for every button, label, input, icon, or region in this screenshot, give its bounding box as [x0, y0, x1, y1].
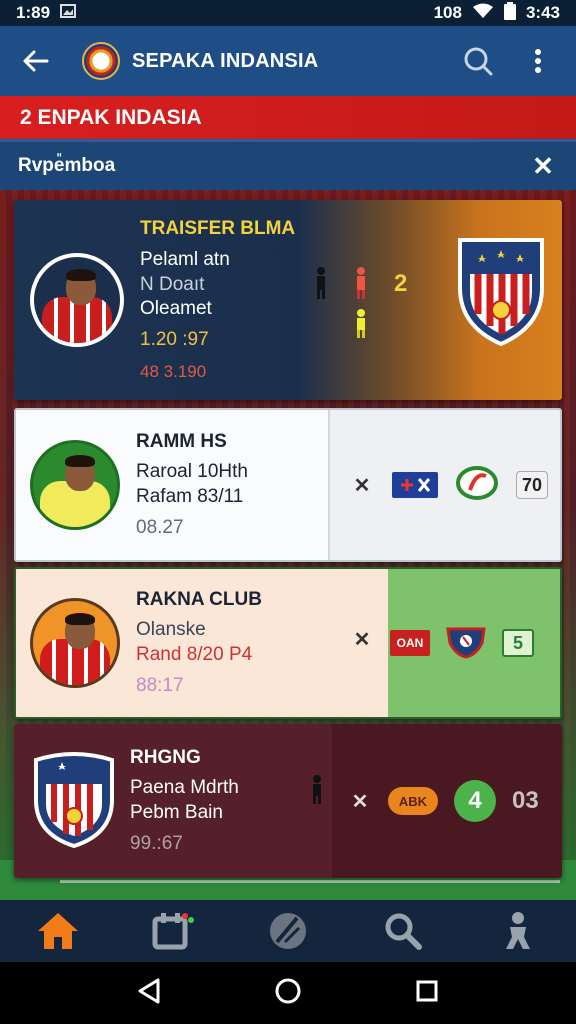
- vs-icon: ✕: [353, 474, 371, 497]
- team-flag-icon: [392, 472, 438, 498]
- calendar-icon: [152, 913, 194, 950]
- player-figure-icon: [310, 774, 324, 809]
- system-navigation: [0, 962, 576, 1024]
- score-badge: 70: [516, 471, 548, 499]
- card-line: Pebm Bain: [130, 802, 223, 823]
- card-line: Pelaml atn: [140, 248, 230, 270]
- ball-icon: [269, 913, 306, 949]
- card-player-section: RAKNA CLUB Olanske Rand 8/20 P4 88:17 ✕: [16, 569, 388, 717]
- status-bar: 1:89 108 3:43: [0, 0, 576, 26]
- card-match-section: 2: [304, 200, 562, 400]
- bottom-navigation: [0, 900, 576, 962]
- card-line: N Doaıt: [140, 273, 205, 295]
- nav-search[interactable]: [373, 903, 433, 959]
- card-player-section: RAMM HS Raroal 10Hth Rafam 83/11 08.27: [16, 410, 330, 560]
- card-match-section: OAN 5: [388, 569, 560, 717]
- card-info: RAKNA CLUB Olanske Rand 8/20 P4 88:17: [136, 588, 262, 699]
- card-time: 08.27: [136, 516, 184, 538]
- card-time: 1.20 :97: [140, 328, 209, 350]
- nav-home[interactable]: [28, 903, 88, 959]
- more-vert-icon[interactable]: [518, 41, 558, 81]
- card-club-section: RHGNG Paena Mdrth Pebm Bain 99.:67: [14, 724, 332, 878]
- back-arrow-icon[interactable]: [18, 43, 54, 79]
- club-crest-icon: [446, 623, 486, 664]
- card-line: Paena Mdrth: [130, 777, 239, 799]
- score-badge: 03: [512, 787, 539, 814]
- card-title: RHGNG: [130, 746, 201, 768]
- close-icon[interactable]: ✕: [528, 151, 558, 182]
- card-title: RAMM HS: [136, 430, 227, 452]
- card-info: RAMM HS Raroal 10Hth Rafam 83/11 08.27: [136, 430, 248, 541]
- app-title: SEPAKA INDANSIA: [132, 49, 319, 72]
- club-crest-icon: [456, 234, 544, 347]
- recents-square-icon[interactable]: [415, 979, 439, 1008]
- player-avatar: [30, 253, 124, 347]
- nav-transfers[interactable]: [143, 903, 203, 959]
- match-card[interactable]: RHGNG Paena Mdrth Pebm Bain 99.:67 ✕ ABK…: [14, 724, 562, 878]
- card-line: Raroal 10Hth: [136, 461, 248, 483]
- status-carrier: 108: [433, 3, 462, 22]
- player-figure-icon: [354, 266, 368, 305]
- card-time: 99.:67: [130, 832, 183, 854]
- match-card[interactable]: RAKNA CLUB Olanske Rand 8/20 P4 88:17 ✕ …: [14, 567, 562, 719]
- card-line: Oleamet: [140, 298, 212, 320]
- club-crest-icon: [32, 750, 116, 853]
- match-card[interactable]: RAMM HS Raroal 10Hth Rafam 83/11 08.27 ✕…: [14, 408, 562, 562]
- app-bar: SEPAKA INDANSIA: [0, 26, 576, 96]
- player-figure-icon: [354, 308, 368, 343]
- section-title: Rvpe̎mboa: [18, 155, 116, 176]
- club-badge-icon: [456, 465, 498, 505]
- card-line: Rafam 83/11: [136, 486, 244, 507]
- vs-icon: ✕: [353, 629, 371, 651]
- player-avatar: [30, 440, 120, 530]
- club-logo: [82, 42, 120, 80]
- image-notification-icon: [60, 4, 77, 22]
- match-card[interactable]: TRAISFER BLMA Pelaml atn N Doaıt Oleamet…: [14, 200, 562, 400]
- card-match-section: ✕ 70: [330, 410, 560, 560]
- score-circle: 4: [454, 780, 496, 822]
- card-player-section: TRAISFER BLMA Pelaml atn N Doaıt Oleamet…: [14, 200, 304, 400]
- league-banner[interactable]: 2 ENPAK INDASIA: [0, 96, 576, 142]
- nav-matches[interactable]: [258, 903, 318, 959]
- wifi-icon: [472, 3, 494, 24]
- card-line: Olanske: [136, 619, 206, 641]
- player-figure-icon: [314, 266, 328, 305]
- card-time: 88:17: [136, 674, 184, 696]
- status-clock-right: 3:43: [525, 3, 560, 22]
- battery-icon: [503, 1, 516, 25]
- person-icon: [506, 912, 531, 949]
- vs-icon: ✕: [351, 790, 369, 813]
- team-chip: ABK: [388, 787, 438, 815]
- status-time: 1:89: [16, 3, 51, 22]
- search-icon: [385, 913, 423, 950]
- card-stat: 48 3.190: [140, 361, 207, 381]
- card-info: RHGNG Paena Mdrth Pebm Bain 99.:67: [130, 746, 239, 857]
- home-circle-icon[interactable]: [274, 977, 302, 1010]
- section-header: Rvpe̎mboa ✕: [0, 142, 576, 190]
- team-chip: OAN: [390, 630, 430, 656]
- card-title: RAKNA CLUB: [136, 588, 262, 610]
- card-match-section: ✕ ABK 4 03: [332, 724, 562, 878]
- player-avatar: [30, 598, 120, 688]
- card-title: TRAISFER BLMA: [140, 218, 296, 240]
- search-icon[interactable]: [458, 41, 498, 81]
- score-badge: 5: [502, 629, 534, 657]
- nav-profile[interactable]: [488, 903, 548, 959]
- back-triangle-icon[interactable]: [137, 978, 161, 1009]
- home-icon: [37, 913, 78, 949]
- score-value: 2: [394, 270, 408, 297]
- card-info: TRAISFER BLMA Pelaml atn N Doaıt Oleamet…: [140, 217, 295, 383]
- card-line: Rand 8/20 P4: [136, 644, 253, 665]
